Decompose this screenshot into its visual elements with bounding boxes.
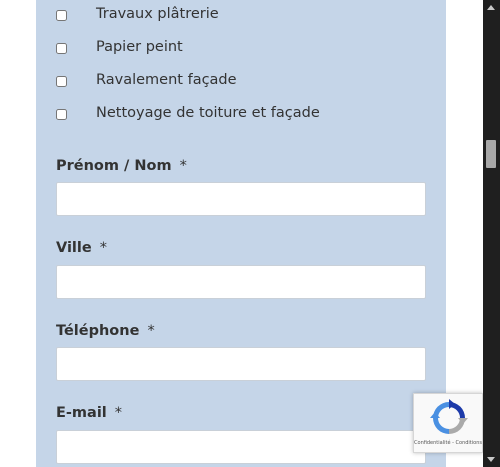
checkbox[interactable] bbox=[56, 75, 67, 87]
required-marker: * bbox=[114, 405, 123, 421]
city-label-text: Ville bbox=[56, 240, 92, 256]
scrollbar[interactable] bbox=[483, 0, 500, 467]
recaptcha-badge[interactable]: Confidentialité - Conditions bbox=[413, 393, 483, 453]
option-label: Nettoyage de toiture et façade bbox=[96, 105, 320, 121]
name-label-text: Prénom / Nom bbox=[56, 158, 172, 174]
option-label: Travaux plâtrerie bbox=[96, 6, 219, 22]
scroll-up-icon[interactable] bbox=[487, 5, 495, 10]
checkbox[interactable] bbox=[56, 9, 67, 21]
name-input[interactable] bbox=[56, 182, 426, 216]
option-ravalement-facade[interactable]: Ravalement façade bbox=[56, 70, 237, 92]
recaptcha-terms-link[interactable]: Confidentialité - Conditions bbox=[414, 440, 482, 446]
name-label: Prénom / Nom * bbox=[56, 158, 187, 174]
option-label: Papier peint bbox=[96, 39, 183, 55]
form-panel bbox=[36, 0, 446, 467]
recaptcha-icon bbox=[430, 399, 468, 434]
scroll-thumb[interactable] bbox=[486, 140, 496, 168]
phone-label-text: Téléphone bbox=[56, 323, 140, 339]
city-label: Ville * bbox=[56, 240, 107, 256]
option-papier-peint[interactable]: Papier peint bbox=[56, 37, 183, 59]
option-nettoyage-toiture[interactable]: Nettoyage de toiture et façade bbox=[56, 103, 320, 125]
checkbox[interactable] bbox=[56, 42, 67, 54]
required-marker: * bbox=[179, 158, 187, 174]
checkbox[interactable] bbox=[56, 108, 67, 120]
phone-label: Téléphone * bbox=[56, 323, 155, 339]
city-input[interactable] bbox=[56, 265, 426, 299]
required-marker: * bbox=[147, 323, 155, 339]
phone-input[interactable] bbox=[56, 347, 426, 381]
email-label: E-mail * bbox=[56, 405, 122, 421]
scroll-down-icon[interactable] bbox=[487, 457, 495, 462]
option-travaux-platrerie[interactable]: Travaux plâtrerie bbox=[56, 4, 219, 26]
email-label-text: E-mail bbox=[56, 405, 107, 421]
email-input[interactable] bbox=[56, 430, 426, 464]
required-marker: * bbox=[99, 240, 107, 256]
option-label: Ravalement façade bbox=[96, 72, 237, 88]
